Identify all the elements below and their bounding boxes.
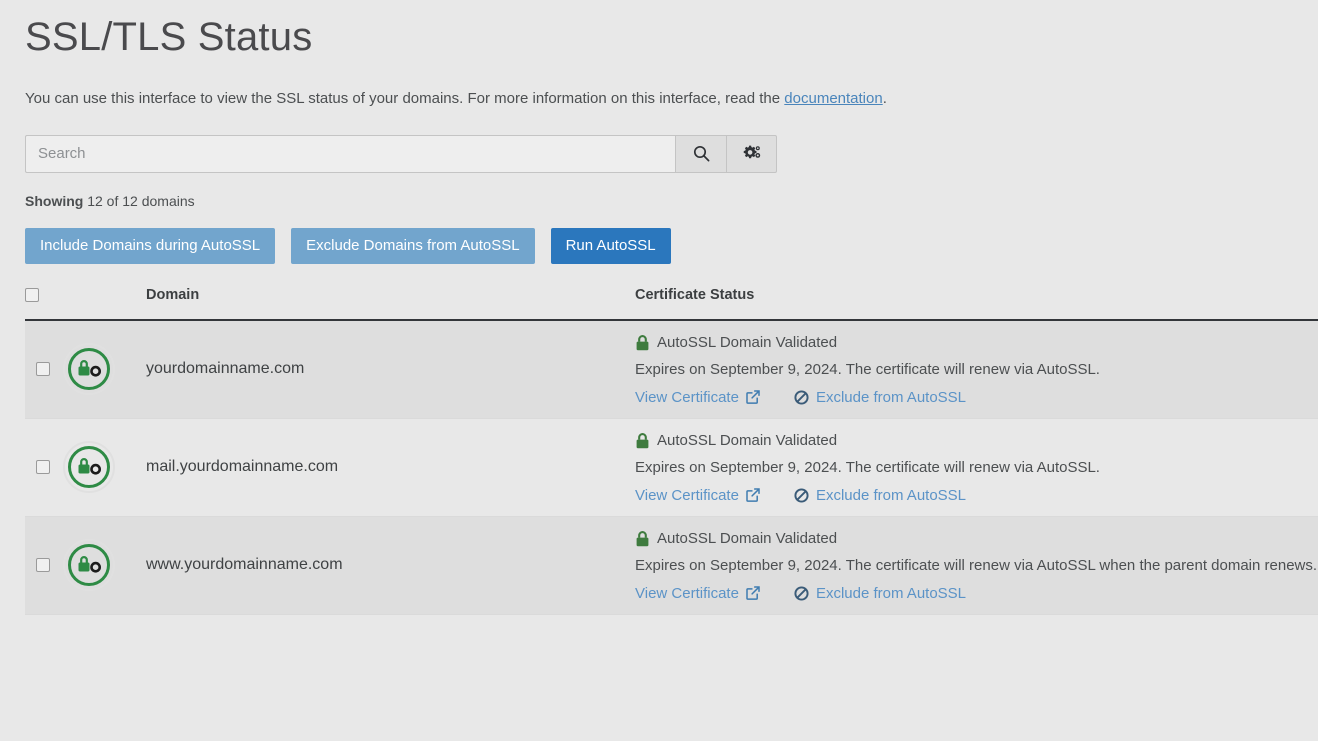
row-domain-cell: mail.yourdomainname.com	[146, 418, 635, 516]
row-action-links: View Certificate Exclude from AutoSSL	[635, 389, 1318, 406]
showing-count: Showing 12 of 12 domains	[25, 193, 1318, 209]
green-lock-icon	[635, 432, 650, 449]
row-domain-cell: www.yourdomainname.com	[146, 516, 635, 614]
table-body: yourdomainname.com AutoSSL Domain Validat…	[25, 319, 1318, 614]
exclude-from-autossl-label: Exclude from AutoSSL	[815, 584, 967, 602]
description-text-after: .	[882, 90, 887, 107]
exclude-from-autossl-label: Exclude from AutoSSL	[815, 486, 967, 504]
showing-text: 12 of 12 domains	[87, 192, 195, 209]
certificate-status-title: AutoSSL Domain Validated	[657, 431, 838, 449]
search-button[interactable]	[675, 134, 726, 173]
external-link-icon	[746, 586, 760, 600]
documentation-link[interactable]: documentation	[784, 90, 882, 107]
row-domain-cell: yourdomainname.com	[146, 320, 635, 419]
row-checkbox[interactable]	[36, 362, 50, 376]
table-row: yourdomainname.com AutoSSL Domain Validat…	[25, 319, 1318, 419]
showing-label: Showing	[25, 192, 84, 209]
exclude-from-autossl-link[interactable]: Exclude from AutoSSL	[794, 487, 966, 504]
row-select-cell	[25, 418, 61, 516]
domain-name: www.yourdomainname.com	[146, 556, 343, 573]
action-buttons: Include Domains during AutoSSL Exclude D…	[25, 227, 1318, 264]
ssl-status-table: Domain Certificate Status yourdomainname…	[25, 287, 1318, 615]
page-title: SSL/TLS Status	[25, 15, 313, 59]
certificate-status-title-line: AutoSSL Domain Validated	[635, 333, 1318, 353]
ban-icon	[794, 487, 809, 503]
row-checkbox[interactable]	[36, 558, 50, 572]
row-checkbox[interactable]	[36, 460, 50, 474]
page-content: SSL/TLS Status You can use this interfac…	[0, 0, 1318, 264]
search-input[interactable]	[25, 134, 675, 173]
exclude-from-autossl-link[interactable]: Exclude from AutoSSL	[794, 389, 966, 406]
certificate-status-header: Certificate Status	[635, 286, 755, 303]
ssl-lock-valid-icon	[61, 341, 146, 397]
search-bar	[25, 134, 777, 173]
select-all-checkbox[interactable]	[25, 287, 39, 302]
view-certificate-label: View Certificate	[635, 388, 739, 406]
green-lock-icon	[635, 530, 650, 547]
green-lock-icon	[635, 334, 650, 351]
row-status-icon-cell	[61, 418, 146, 516]
run-autossl-button[interactable]: Run AutoSSL	[550, 227, 671, 264]
select-all-header	[25, 287, 61, 320]
row-action-links: View Certificate Exclude from AutoSSL	[635, 487, 1318, 504]
ssl-lock-valid-icon	[61, 439, 146, 495]
row-select-cell	[25, 320, 61, 419]
certificate-status-title-line: AutoSSL Domain Validated	[635, 529, 1318, 549]
search-icon	[693, 145, 710, 162]
external-link-icon	[746, 390, 760, 404]
description-text-before: You can use this interface to view the S…	[25, 90, 785, 107]
ban-icon	[794, 585, 809, 601]
table-head: Domain Certificate Status	[25, 287, 1318, 320]
view-certificate-link[interactable]: View Certificate	[635, 389, 760, 406]
domain-name: yourdomainname.com	[146, 360, 305, 377]
row-action-links: View Certificate Exclude from AutoSSL	[635, 585, 1318, 602]
ban-icon	[794, 389, 809, 405]
search-settings-button[interactable]	[726, 134, 777, 173]
view-certificate-link[interactable]: View Certificate	[635, 585, 760, 602]
view-certificate-label: View Certificate	[635, 584, 739, 602]
domain-header: Domain	[146, 286, 200, 303]
page-description: You can use this interface to view the S…	[25, 60, 1318, 111]
certificate-status-title-line: AutoSSL Domain Validated	[635, 431, 1318, 451]
certificate-status-title: AutoSSL Domain Validated	[657, 529, 838, 547]
certificate-status-title: AutoSSL Domain Validated	[657, 333, 838, 351]
view-certificate-link[interactable]: View Certificate	[635, 487, 760, 504]
ssl-tls-status-page: SSL/TLS Status You can use this interfac…	[0, 0, 1318, 741]
exclude-from-autossl-label: Exclude from AutoSSL	[815, 388, 967, 406]
row-status-cell: AutoSSL Domain Validated Expires on Septe…	[635, 320, 1318, 419]
row-status-cell: AutoSSL Domain Validated Expires on Septe…	[635, 418, 1318, 516]
table-header-row: Domain Certificate Status	[25, 287, 1318, 320]
certificate-expiry-text: Expires on September 9, 2024. The certif…	[635, 458, 1100, 476]
ssl-lock-valid-icon	[61, 537, 146, 593]
row-select-cell	[25, 516, 61, 614]
row-status-cell: AutoSSL Domain Validated Expires on Septe…	[635, 516, 1318, 614]
row-status-icon-cell	[61, 320, 146, 419]
row-status-icon-cell	[61, 516, 146, 614]
include-domains-button[interactable]: Include Domains during AutoSSL	[25, 227, 276, 264]
domain-name: mail.yourdomainname.com	[146, 458, 339, 475]
external-link-icon	[746, 488, 760, 502]
gears-icon	[742, 145, 761, 162]
certificate-expiry-text: Expires on September 9, 2024. The certif…	[635, 556, 1318, 574]
exclude-domains-button[interactable]: Exclude Domains from AutoSSL	[291, 227, 535, 264]
icon-header	[61, 287, 146, 320]
ssl-status-table-wrapper: Domain Certificate Status yourdomainname…	[25, 287, 1318, 615]
table-row: www.yourdomainname.com AutoSSL Domain Val…	[25, 516, 1318, 614]
table-row: mail.yourdomainname.com AutoSSL Domain Va…	[25, 418, 1318, 516]
view-certificate-label: View Certificate	[635, 486, 739, 504]
certificate-expiry-text: Expires on September 9, 2024. The certif…	[635, 360, 1100, 378]
exclude-from-autossl-link[interactable]: Exclude from AutoSSL	[794, 585, 966, 602]
